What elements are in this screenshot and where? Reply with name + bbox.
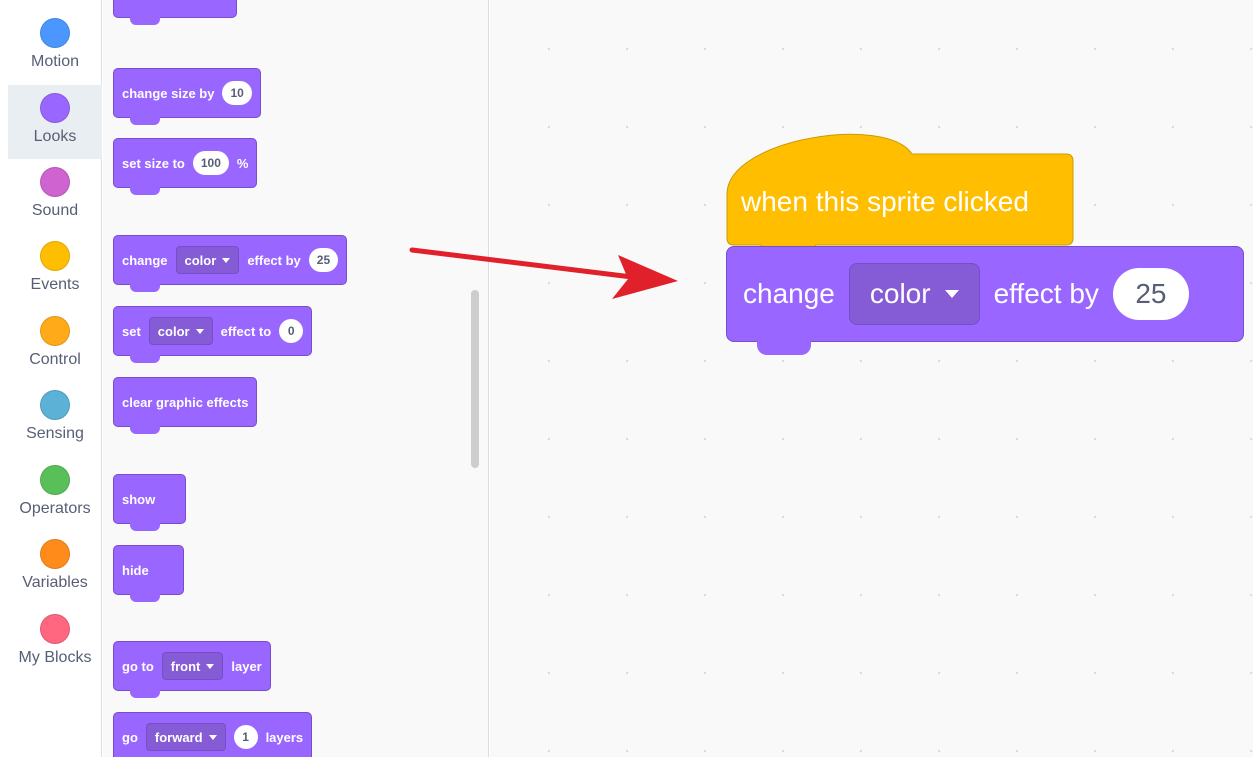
palette-scrollbar[interactable] (471, 290, 479, 468)
category-operators[interactable]: Operators (8, 457, 102, 531)
category-control[interactable]: Control (8, 308, 102, 382)
dropdown-value: front (170, 658, 201, 674)
category-label: Operators (19, 500, 91, 517)
caret-down-icon (222, 257, 231, 263)
direction-dropdown[interactable]: forward (145, 723, 226, 751)
block-set-effect-to[interactable]: set color effect to 0 (113, 306, 313, 363)
motion-category-icon (40, 18, 70, 48)
category-label: Sensing (26, 425, 84, 442)
category-motion[interactable]: Motion (8, 10, 102, 84)
block-partial-top[interactable] (113, 0, 237, 25)
block-change-size-by[interactable]: change size by 10 (113, 68, 261, 125)
block-text: % (236, 155, 249, 171)
block-text: show (122, 491, 156, 507)
category-label: Motion (30, 53, 80, 70)
block-text: change (122, 252, 168, 268)
block-change-effect-by[interactable]: change color effect by 25 (113, 235, 348, 292)
number-input[interactable]: 1 (233, 725, 258, 749)
events-category-icon (40, 241, 70, 271)
caret-down-icon (208, 734, 217, 740)
block-text: change size by (122, 85, 215, 101)
block-text: go to (122, 658, 154, 674)
block-text: effect by (993, 278, 1099, 309)
control-category-icon (40, 316, 70, 346)
number-input[interactable]: 10 (222, 81, 252, 105)
block-show[interactable]: show (113, 474, 187, 531)
block-text: effect by (247, 252, 301, 268)
effect-dropdown[interactable]: color (148, 317, 213, 345)
category-looks[interactable]: Looks (8, 85, 102, 159)
caret-down-icon (206, 663, 215, 669)
dropdown-value: color (869, 278, 931, 309)
sensing-category-icon (40, 390, 70, 420)
dropdown-value: color (157, 323, 190, 339)
dropdown-value: color (184, 252, 217, 268)
effect-dropdown[interactable]: color (848, 263, 980, 325)
category-my-blocks[interactable]: My Blocks (8, 606, 102, 680)
hat-block-text: when this sprite clicked (741, 186, 1029, 217)
block-text: layer (231, 658, 262, 674)
category-label: Control (29, 351, 81, 368)
red-arrow-icon (409, 247, 678, 299)
category-label: Looks (33, 128, 77, 145)
block-text: go (122, 729, 138, 745)
sound-category-icon (40, 167, 70, 197)
variables-category-icon (40, 539, 70, 569)
script-area[interactable] (490, 0, 1253, 757)
block-text: clear graphic effects (122, 394, 249, 410)
number-input[interactable]: 25 (308, 248, 339, 272)
block-clear-graphic-effects[interactable]: clear graphic effects (113, 377, 258, 434)
change-effect-by-block[interactable]: change color effect by 25 (726, 246, 1244, 355)
my-blocks-category-icon (40, 614, 70, 644)
category-sensing[interactable]: Sensing (8, 382, 102, 456)
block-text: hide (122, 562, 149, 578)
category-label: My Blocks (18, 649, 92, 666)
category-label: Variables (22, 574, 88, 591)
when-sprite-clicked-hat-block[interactable]: when this sprite clicked (726, 124, 1074, 246)
effect-dropdown[interactable]: color (175, 246, 240, 274)
dropdown-value: forward (154, 729, 203, 745)
block-text: set (122, 323, 141, 339)
block-hide[interactable]: hide (113, 545, 184, 602)
category-sound[interactable]: Sound (8, 159, 102, 233)
block-text: set size to (122, 155, 185, 171)
hat-block-shape (726, 133, 1074, 246)
caret-down-icon (195, 328, 204, 334)
number-input[interactable]: 0 (279, 319, 304, 343)
block-text: effect to (220, 323, 272, 339)
category-events[interactable]: Events (8, 233, 102, 307)
block-text: change (743, 278, 835, 309)
operators-category-icon (40, 465, 70, 495)
number-input[interactable]: 100 (192, 151, 229, 175)
number-input[interactable]: 25 (1112, 268, 1189, 320)
category-menu: Motion Looks Sound Events Control Sensin… (8, 0, 102, 757)
category-label: Sound (31, 202, 79, 219)
block-go-to-layer[interactable]: go to front layer (113, 641, 271, 698)
layer-dropdown[interactable]: front (161, 652, 224, 680)
caret-down-icon (944, 290, 959, 298)
block-go-layers[interactable]: go forward 1 layers (113, 712, 313, 757)
block-set-size-to[interactable]: set size to 100 % (113, 138, 258, 195)
category-label: Events (30, 276, 80, 293)
block-text: layers (265, 729, 304, 745)
category-variables[interactable]: Variables (8, 531, 102, 605)
looks-category-icon (40, 93, 70, 123)
